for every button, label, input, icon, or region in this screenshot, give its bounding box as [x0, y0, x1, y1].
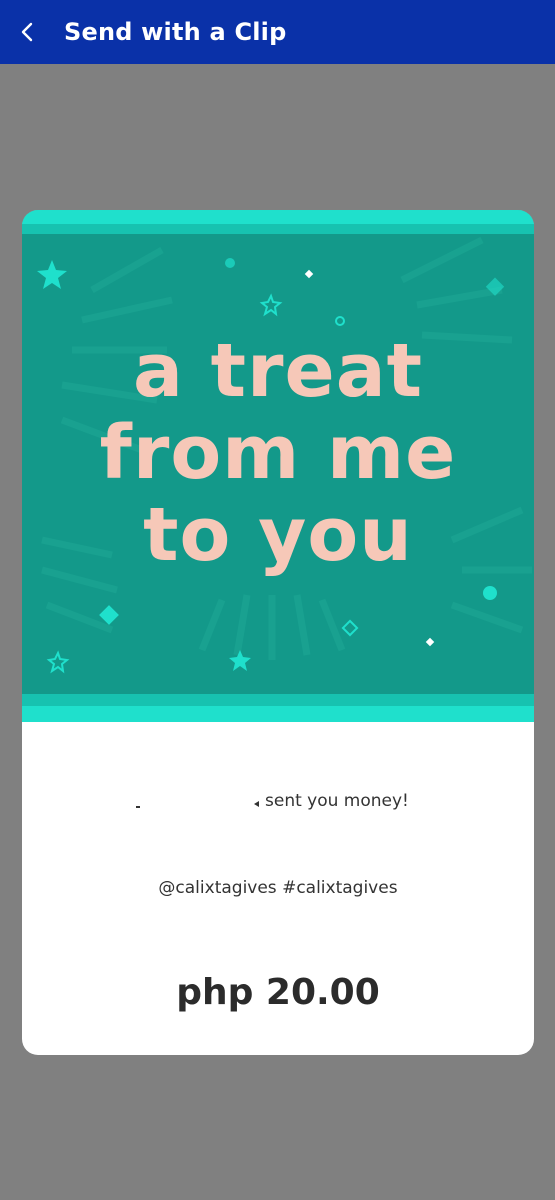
chevron-left-icon: [21, 22, 33, 42]
app-bar: Send with a Clip: [0, 0, 555, 64]
clip-card: a treat from me to you sent you money! @…: [22, 210, 534, 1055]
page-title: Send with a Clip: [64, 18, 287, 46]
redacted-sender-name: [136, 806, 140, 808]
sender-message-text: sent you money!: [265, 791, 409, 811]
hashtags: @calixtagives #calixtagives: [158, 878, 398, 898]
back-button[interactable]: [0, 0, 56, 64]
card-headline-line-3: to you: [143, 492, 413, 578]
card-headline-line-1: a treat: [132, 328, 424, 414]
sender-message: sent you money!: [22, 790, 534, 820]
amount: php 20.00: [176, 972, 380, 1013]
redacted-sender-mark: [254, 801, 259, 807]
card-headline: a treat from me to you: [22, 330, 534, 576]
card-headline-line-2: from me: [99, 410, 457, 496]
